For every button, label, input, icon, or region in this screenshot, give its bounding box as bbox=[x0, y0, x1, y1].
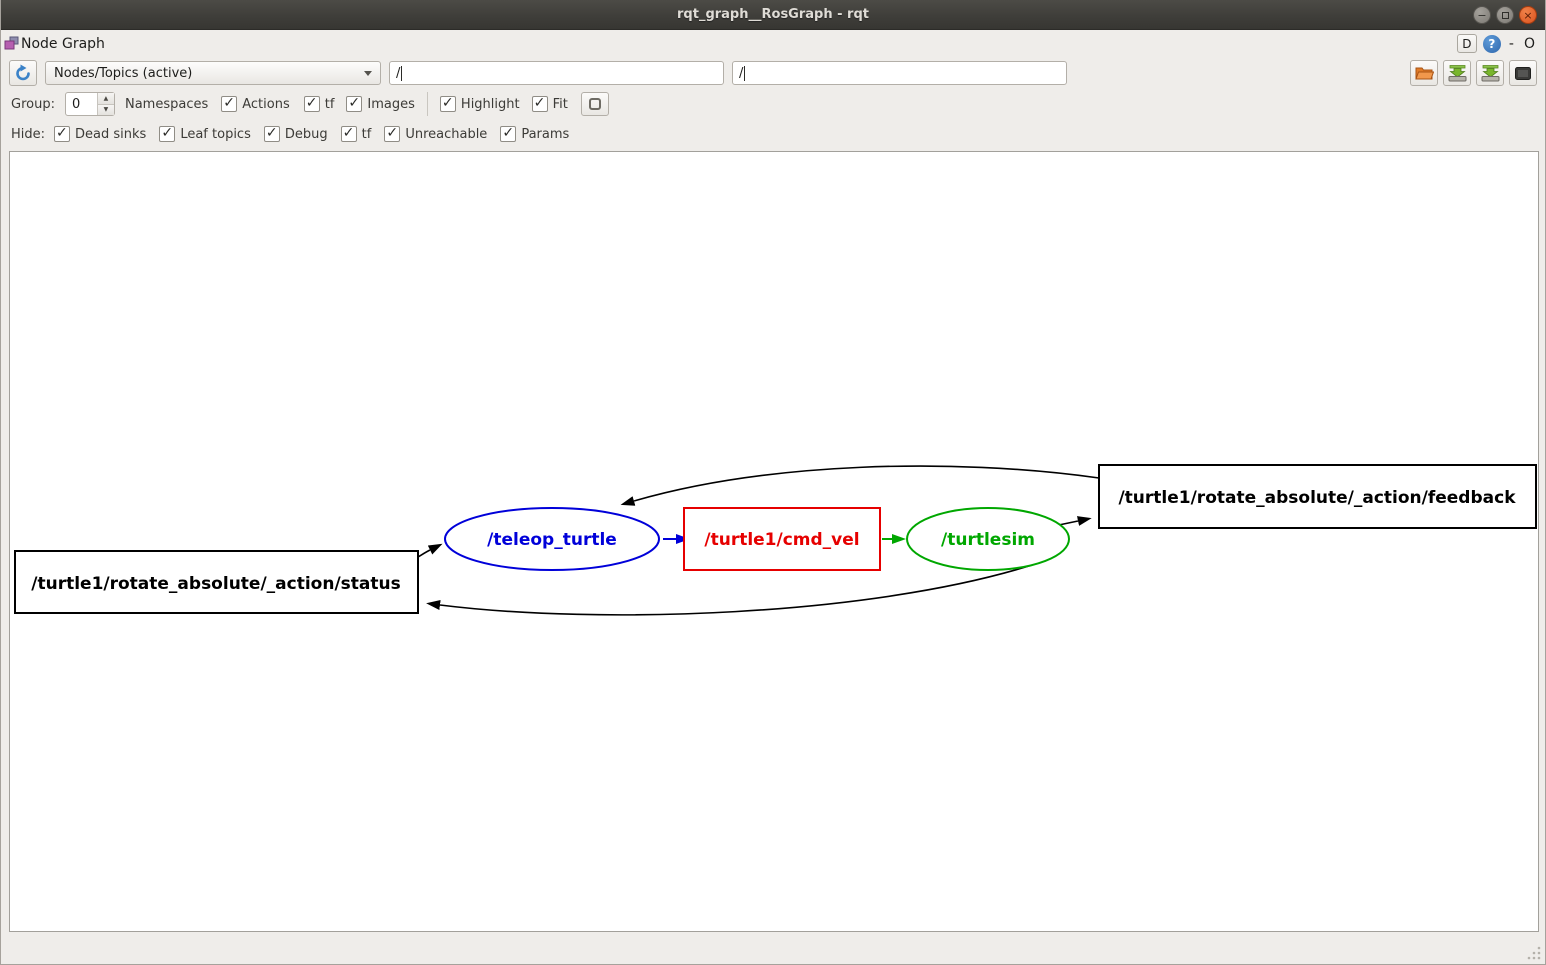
maximize-square-glyph bbox=[1502, 12, 1509, 19]
save-dot-button[interactable] bbox=[1443, 60, 1471, 86]
window-title: rqt_graph__RosGraph - rqt bbox=[677, 7, 869, 22]
toolbar-separator bbox=[427, 92, 428, 116]
edge-feedback-to-teleop bbox=[634, 466, 1099, 501]
checkbox-icon bbox=[532, 96, 548, 112]
refresh-button[interactable] bbox=[9, 60, 37, 86]
checkbox-dead-sinks[interactable]: Dead sinks bbox=[54, 126, 146, 142]
filter-row-main: Group: 0 ▲ ▼ Namespaces Actions tf Image… bbox=[1, 89, 1545, 119]
checkbox-leaf-topics-label: Leaf topics bbox=[180, 127, 251, 142]
checkbox-icon bbox=[221, 96, 237, 112]
checkbox-highlight-label: Highlight bbox=[461, 97, 520, 112]
checkbox-icon bbox=[264, 126, 280, 142]
topic-filter-input[interactable]: / bbox=[732, 61, 1067, 85]
checkbox-icon bbox=[346, 96, 362, 112]
checkbox-debug-label: Debug bbox=[285, 127, 328, 142]
group-spinner[interactable]: 0 ▲ ▼ bbox=[65, 92, 115, 116]
edge-turtlesim-to-status bbox=[440, 565, 1032, 615]
cmd-vel-label: /turtle1/cmd_vel bbox=[704, 530, 859, 550]
turtlesim-label: /turtlesim bbox=[941, 530, 1035, 550]
checkbox-icon bbox=[54, 126, 70, 142]
topic-filter-value: / bbox=[739, 66, 743, 81]
feedback-label: /turtle1/rotate_absolute/_action/feedbac… bbox=[1118, 488, 1516, 508]
plugin-title: Node Graph bbox=[21, 36, 105, 52]
refresh-icon bbox=[14, 64, 32, 82]
status-bar bbox=[1, 932, 1545, 964]
node-filter-input[interactable]: / bbox=[389, 61, 724, 85]
checkbox-actions-label: Actions bbox=[242, 97, 290, 112]
graph-type-select[interactable]: Nodes/Topics (active) bbox=[45, 61, 381, 85]
checkbox-icon bbox=[384, 126, 400, 142]
checkbox-tf-label: tf bbox=[325, 97, 335, 112]
checkbox-fit-label: Fit bbox=[553, 97, 568, 112]
checkbox-icon bbox=[159, 126, 175, 142]
teleop-turtle-label: /teleop_turtle bbox=[487, 530, 617, 550]
checkbox-dead-sinks-label: Dead sinks bbox=[75, 127, 146, 142]
dock-detach-button[interactable]: D bbox=[1457, 34, 1477, 53]
node-graph-plugin-icon bbox=[4, 36, 19, 51]
node-rotate-absolute-feedback[interactable]: /turtle1/rotate_absolute/_action/feedbac… bbox=[1099, 465, 1536, 528]
node-rotate-absolute-status[interactable]: /turtle1/rotate_absolute/_action/status bbox=[15, 551, 418, 613]
dock-minimize-button[interactable]: - bbox=[1507, 36, 1516, 52]
save-image-icon bbox=[1481, 65, 1500, 82]
edge-status-to-teleop bbox=[418, 550, 430, 557]
checkbox-unreachable-label: Unreachable bbox=[405, 127, 487, 142]
checkbox-icon bbox=[304, 96, 320, 112]
fit-view-icon bbox=[589, 98, 601, 110]
checkbox-params[interactable]: Params bbox=[500, 126, 569, 142]
graph-canvas[interactable]: /teleop_turtle /turtle1/cmd_vel /turtles… bbox=[9, 151, 1539, 932]
maximize-window-icon[interactable] bbox=[1496, 6, 1514, 24]
minimize-window-icon[interactable]: − bbox=[1473, 6, 1491, 24]
checkbox-unreachable[interactable]: Unreachable bbox=[384, 126, 487, 142]
screenshot-button[interactable] bbox=[1509, 60, 1537, 86]
checkbox-params-label: Params bbox=[521, 127, 569, 142]
filter-row-hide: Hide: Dead sinks Leaf topics Debug tf Un… bbox=[1, 119, 1545, 149]
spin-down-icon[interactable]: ▼ bbox=[98, 105, 114, 116]
text-cursor bbox=[401, 66, 402, 81]
checkbox-hide-tf-label: tf bbox=[362, 127, 372, 142]
text-cursor bbox=[744, 66, 745, 81]
checkbox-icon bbox=[500, 126, 516, 142]
node-filter-value: / bbox=[396, 66, 400, 81]
plugin-titlebar: Node Graph D ? - O bbox=[1, 30, 1545, 57]
checkbox-fit[interactable]: Fit bbox=[532, 96, 568, 112]
checkbox-hide-tf[interactable]: tf bbox=[341, 126, 372, 142]
checkbox-images-label: Images bbox=[367, 97, 415, 112]
spin-up-icon[interactable]: ▲ bbox=[98, 93, 114, 105]
resize-grip-icon[interactable] bbox=[1526, 945, 1542, 961]
checkbox-highlight[interactable]: Highlight bbox=[440, 96, 520, 112]
load-dot-button[interactable] bbox=[1410, 60, 1438, 86]
dock-float-button[interactable]: O bbox=[1522, 36, 1537, 52]
window-titlebar[interactable]: rqt_graph__RosGraph - rqt − × bbox=[1, 0, 1545, 30]
node-turtle1-cmd-vel[interactable]: /turtle1/cmd_vel bbox=[684, 508, 880, 570]
checkbox-icon bbox=[440, 96, 456, 112]
node-graph-svg: /teleop_turtle /turtle1/cmd_vel /turtles… bbox=[10, 152, 1540, 933]
checkbox-debug[interactable]: Debug bbox=[264, 126, 328, 142]
checkbox-leaf-topics[interactable]: Leaf topics bbox=[159, 126, 251, 142]
graph-toolbar: Nodes/Topics (active) / / bbox=[1, 57, 1545, 89]
help-icon[interactable]: ? bbox=[1483, 35, 1501, 53]
node-teleop-turtle[interactable]: /teleop_turtle bbox=[445, 508, 659, 570]
checkbox-tf[interactable]: tf bbox=[304, 96, 335, 112]
group-value: 0 bbox=[66, 93, 97, 115]
checkbox-images[interactable]: Images bbox=[346, 96, 415, 112]
chevron-down-icon bbox=[364, 71, 372, 76]
graph-type-value: Nodes/Topics (active) bbox=[54, 66, 358, 81]
namespaces-label: Namespaces bbox=[125, 97, 208, 112]
save-image-button[interactable] bbox=[1476, 60, 1504, 86]
open-folder-icon bbox=[1415, 65, 1434, 81]
save-dot-icon bbox=[1448, 65, 1467, 82]
checkbox-icon bbox=[341, 126, 357, 142]
status-label: /turtle1/rotate_absolute/_action/status bbox=[31, 574, 400, 594]
fit-in-view-button[interactable] bbox=[581, 92, 609, 116]
group-label: Group: bbox=[11, 97, 55, 112]
checkbox-actions[interactable]: Actions bbox=[221, 96, 290, 112]
node-turtlesim[interactable]: /turtlesim bbox=[907, 508, 1069, 570]
screenshot-icon bbox=[1514, 66, 1532, 81]
close-window-icon[interactable]: × bbox=[1519, 6, 1537, 24]
hide-label: Hide: bbox=[11, 127, 45, 142]
